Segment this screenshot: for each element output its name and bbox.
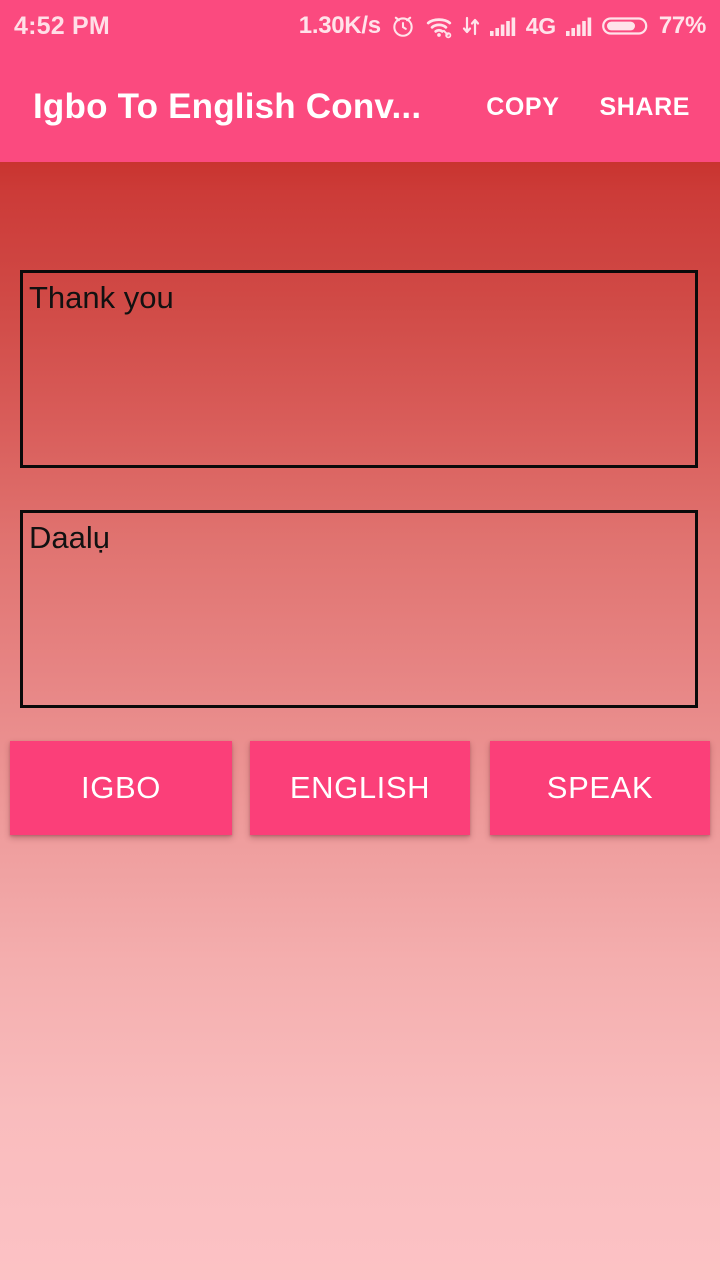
main-content: IGBO ENGLISH SPEAK [0, 162, 720, 1280]
app-bar-actions: COPY SHARE [486, 93, 696, 122]
status-bar: 4:52 PM 1.30K/s 4G 77% [0, 0, 720, 52]
network-speed-label: 1.30K/s [298, 12, 381, 39]
share-button[interactable]: SHARE [599, 93, 690, 122]
battery-icon [601, 14, 648, 38]
signal-bars-icon [565, 14, 593, 38]
igbo-button[interactable]: IGBO [10, 741, 232, 835]
app-screen: 4:52 PM 1.30K/s 4G 77% Igbo To English C… [0, 0, 720, 1280]
network-type-label: 4G [525, 12, 556, 39]
signal-bars-icon [489, 14, 517, 38]
status-clock: 4:52 PM [14, 11, 110, 40]
english-button[interactable]: ENGLISH [250, 741, 470, 835]
page-title: Igbo To English Conv... [33, 87, 422, 126]
copy-button[interactable]: COPY [486, 93, 559, 122]
data-transfer-arrows-icon [462, 14, 480, 38]
app-bar: Igbo To English Conv... COPY SHARE [0, 52, 720, 162]
battery-percent-label: 77% [658, 12, 706, 39]
wifi-icon [425, 13, 453, 39]
alarm-clock-icon [390, 13, 416, 39]
igbo-text-input[interactable] [20, 510, 698, 708]
status-bar-icons: 1.30K/s 4G 77% [298, 12, 707, 40]
action-button-row: IGBO ENGLISH SPEAK [0, 741, 720, 841]
speak-button[interactable]: SPEAK [490, 741, 710, 835]
english-text-input[interactable] [20, 270, 698, 468]
